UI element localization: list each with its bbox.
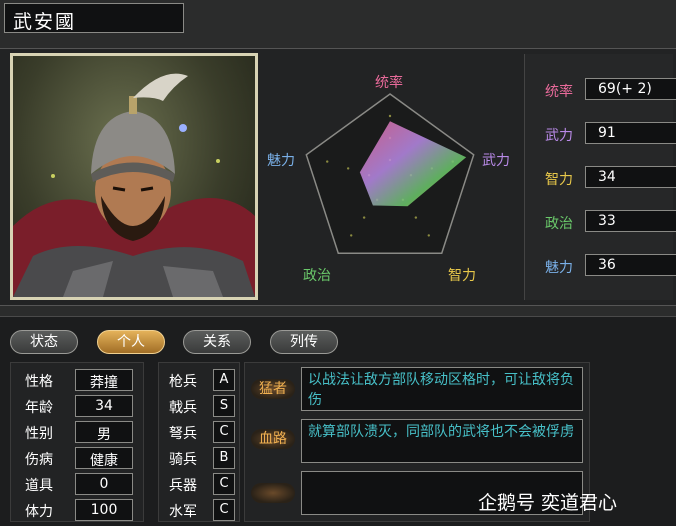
info-value-box: 100	[75, 499, 133, 521]
stat-value: 33	[598, 213, 616, 229]
radar-grid-dot	[350, 234, 353, 237]
info-value: 健康	[90, 453, 118, 469]
info-label: 道具	[25, 478, 53, 494]
stat-label: 魅力	[545, 260, 573, 276]
stat-label: 政治	[545, 216, 573, 232]
skill-name-badge-empty[interactable]	[251, 483, 295, 503]
info-row-age: 年龄 34	[11, 395, 145, 417]
stat-label: 武力	[545, 128, 573, 144]
info-value: 莽撞	[90, 375, 118, 391]
aptitude-value-box: C	[213, 499, 235, 521]
aptitude-value-box: C	[213, 473, 235, 495]
aptitude-label: 戟兵	[169, 400, 197, 416]
skill-description: 以战法让敌方部队移动区格时，可让敌将负伤	[301, 367, 583, 411]
radar-grid-dot	[326, 160, 329, 163]
tab-personal[interactable]: 个人	[97, 330, 165, 354]
tab-status[interactable]: 状态	[10, 330, 78, 354]
ability-radar-chart: 统率 武力 智力 政治 魅力	[262, 54, 518, 300]
aptitude-label: 弩兵	[169, 426, 197, 442]
radar-grid-dot	[388, 114, 392, 118]
info-value-box: 男	[75, 421, 133, 443]
aptitude-value: C	[219, 424, 229, 439]
stats-panel: 统率 69(+ 2) 武力 91 智力 34 政治 33 魅力 36	[524, 54, 676, 300]
radar-label-charisma: 魅力	[267, 153, 295, 169]
info-label: 伤病	[25, 452, 53, 468]
info-value: 100	[90, 502, 118, 518]
portrait-frame	[10, 53, 258, 300]
stat-row-intelligence: 智力 34	[525, 166, 676, 190]
info-label: 性格	[25, 374, 53, 390]
aptitude-label: 兵器	[169, 478, 197, 494]
aptitude-value: S	[219, 398, 229, 413]
stat-value: 91	[598, 125, 616, 141]
stat-value-box: 33	[585, 210, 676, 232]
info-row-injury: 伤病 健康	[11, 447, 145, 469]
stat-row-leadership: 统率 69(+ 2)	[525, 78, 676, 102]
stat-value: 34	[598, 169, 616, 185]
radar-grid-dot	[346, 167, 350, 170]
tab-biography[interactable]: 列传	[270, 330, 338, 354]
stat-row-charisma: 魅力 36	[525, 254, 676, 278]
info-row-stamina: 体力 100	[11, 499, 145, 521]
stat-value-box: 36	[585, 254, 676, 276]
info-row-items: 道具 0	[11, 473, 145, 495]
radar-grid-dot	[414, 216, 418, 219]
skill-description: 就算部队溃灭，同部队的武将也不会被俘虏	[301, 419, 583, 463]
stat-row-politics: 政治 33	[525, 210, 676, 234]
info-row-gender: 性别 男	[11, 421, 145, 443]
info-label: 性别	[25, 426, 53, 442]
aptitude-value: C	[219, 502, 229, 517]
aptitude-value: A	[219, 372, 229, 387]
aptitude-value-box: A	[213, 369, 235, 391]
radar-label-intelligence: 智力	[448, 268, 476, 284]
radar-grid-dot	[362, 216, 366, 219]
info-value-box: 莽撞	[75, 369, 133, 391]
radar-label-politics: 政治	[303, 268, 331, 284]
personal-info-box: 性格 莽撞 年龄 34 性别 男 伤病 健康 道具 0 体力 100	[10, 362, 144, 522]
stat-value: 69(+ 2)	[598, 81, 652, 97]
skill-name-badge[interactable]: 猛者	[251, 379, 295, 399]
skill-name-badge[interactable]: 血路	[251, 429, 295, 449]
officer-name-bar: 武安國	[4, 3, 184, 33]
troop-aptitude-box: 枪兵 A 戟兵 S 弩兵 C 骑兵 B 兵器 C 水军 C	[158, 362, 240, 522]
info-value-box: 健康	[75, 447, 133, 469]
aptitude-value: C	[219, 476, 229, 491]
aptitude-label: 枪兵	[169, 374, 197, 390]
aptitude-label: 骑兵	[169, 452, 197, 468]
stat-value-box: 91	[585, 122, 676, 144]
info-row-personality: 性格 莽撞	[11, 369, 145, 391]
tab-relations[interactable]: 关系	[183, 330, 251, 354]
stat-row-war: 武力 91	[525, 122, 676, 146]
stat-value-box: 69(+ 2)	[585, 78, 676, 100]
stat-value: 36	[598, 257, 616, 273]
stat-label: 智力	[545, 172, 573, 188]
officer-name: 武安國	[13, 11, 77, 33]
aptitude-value: B	[219, 450, 229, 465]
info-value-box: 0	[75, 473, 133, 495]
radar-label-leadership: 统率	[375, 75, 403, 91]
info-value: 0	[99, 476, 109, 492]
info-value-box: 34	[75, 395, 133, 417]
aptitude-value-box: S	[213, 395, 235, 417]
info-value: 34	[95, 398, 113, 414]
radar-grid-dot	[427, 234, 430, 237]
stat-value-box: 34	[585, 166, 676, 188]
aptitude-value-box: B	[213, 447, 235, 469]
portrait-illustration	[13, 73, 255, 297]
stat-label: 统率	[545, 84, 573, 100]
officer-portrait	[13, 56, 255, 297]
radar-label-war: 武力	[482, 153, 510, 169]
info-label: 体力	[25, 504, 53, 520]
aptitude-label: 水军	[169, 504, 197, 520]
watermark-text: 企鹅号 奕道君心	[478, 492, 618, 514]
aptitude-value-box: C	[213, 421, 235, 443]
info-label: 年龄	[25, 400, 53, 416]
info-value: 男	[97, 427, 111, 443]
